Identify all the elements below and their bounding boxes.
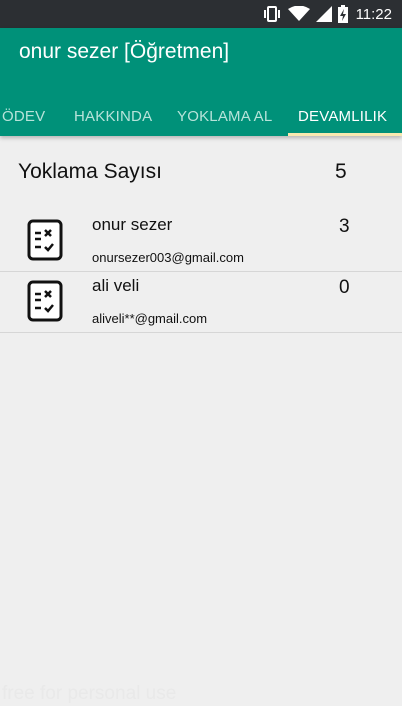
wifi-icon <box>287 6 310 22</box>
student-email: aliveli**@gmail.com <box>92 311 208 326</box>
list-item[interactable]: ali veli aliveli**@gmail.com 0 <box>0 273 402 333</box>
tab-indicator <box>288 133 402 136</box>
page-title: onur sezer [Öğretmen] <box>19 40 230 63</box>
student-email: onursezer003@gmail.com <box>92 250 244 265</box>
attendance-list-icon <box>24 218 66 264</box>
status-time: 11:22 <box>355 5 392 23</box>
student-name: ali veli <box>92 276 140 295</box>
attendance-list-icon <box>24 279 66 325</box>
attendance-header: Yoklama Sayısı 5 <box>0 152 402 192</box>
vibrate-icon <box>262 6 282 22</box>
student-attendance-count: 0 <box>339 277 350 298</box>
tab-devamlilik[interactable]: DEVAMLILIK <box>298 108 387 125</box>
signal-icon <box>315 6 332 22</box>
watermark: free for personal use <box>2 683 177 704</box>
app-bar: onur sezer [Öğretmen] ÖDEV HAKKINDA YOKL… <box>0 28 402 136</box>
status-bar: 11:22 <box>0 0 402 28</box>
tab-yoklama-al[interactable]: YOKLAMA AL <box>177 108 272 125</box>
row-divider <box>0 332 402 333</box>
tab-bar: ÖDEV HAKKINDA YOKLAMA AL DEVAMLILIK <box>0 108 402 130</box>
battery-charging-icon <box>337 5 348 23</box>
attendance-count-total: 5 <box>335 160 347 183</box>
row-divider <box>0 271 402 272</box>
attendance-count-label: Yoklama Sayısı <box>18 160 162 183</box>
tab-odev[interactable]: ÖDEV <box>2 108 45 125</box>
student-name: onur sezer <box>92 215 173 234</box>
student-attendance-count: 3 <box>339 216 350 237</box>
list-item[interactable]: onur sezer onursezer003@gmail.com 3 <box>0 212 402 272</box>
tab-hakkinda[interactable]: HAKKINDA <box>74 108 152 125</box>
